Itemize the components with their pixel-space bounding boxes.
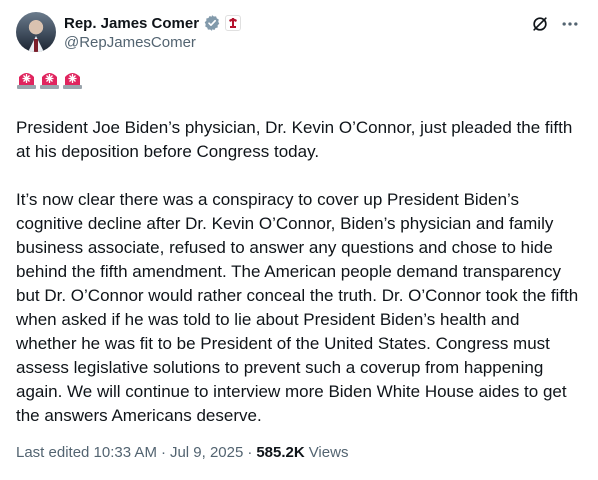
post-paragraph-1: President Joe Biden’s physician, Dr. Kev…	[16, 118, 573, 161]
more-dots-icon[interactable]	[558, 12, 582, 36]
meta-separator: ·	[160, 444, 166, 461]
rotating-light-icon	[62, 70, 83, 90]
name-row: Rep. James Comer	[64, 13, 242, 33]
views-count[interactable]: 585.2K	[256, 444, 304, 461]
grok-svg	[533, 17, 547, 31]
emoji-row	[16, 70, 83, 90]
verified-badge-icon[interactable]	[203, 14, 221, 32]
post-paragraph-2: It’s now clear there was a conspiracy to…	[16, 190, 579, 425]
siren-svg-2	[40, 73, 59, 89]
post: Rep. James Comer @RepJamesComer Presiden…	[0, 0, 598, 480]
grok-icon[interactable]	[528, 12, 552, 36]
views-label: Views	[308, 444, 349, 461]
post-body: President Joe Biden’s physician, Dr. Kev…	[16, 116, 582, 428]
rotating-light-icon	[39, 70, 60, 90]
siren-svg-1	[17, 73, 36, 89]
post-meta: Last edited 10:33 AM · Jul 9, 2025 · 585…	[16, 444, 348, 461]
rotating-light-icon	[16, 70, 37, 90]
meta-separator: ·	[247, 444, 253, 461]
verified-badge-svg	[204, 15, 220, 31]
avatar-tie	[34, 39, 38, 52]
post-header: Rep. James Comer @RepJamesComer	[16, 12, 582, 56]
author-names: Rep. James Comer @RepJamesComer	[64, 13, 242, 51]
display-name[interactable]: Rep. James Comer	[64, 15, 199, 32]
seal-svg	[229, 18, 238, 28]
post-date[interactable]: Jul 9, 2025	[170, 444, 243, 461]
us-house-seal-icon[interactable]	[225, 15, 242, 31]
siren-svg-3	[63, 73, 82, 89]
top-actions	[528, 12, 582, 36]
avatar[interactable]	[16, 12, 56, 52]
edited-timestamp[interactable]: Last edited 10:33 AM	[16, 444, 157, 461]
more-svg	[562, 22, 578, 26]
author-handle[interactable]: @RepJamesComer	[64, 34, 241, 51]
